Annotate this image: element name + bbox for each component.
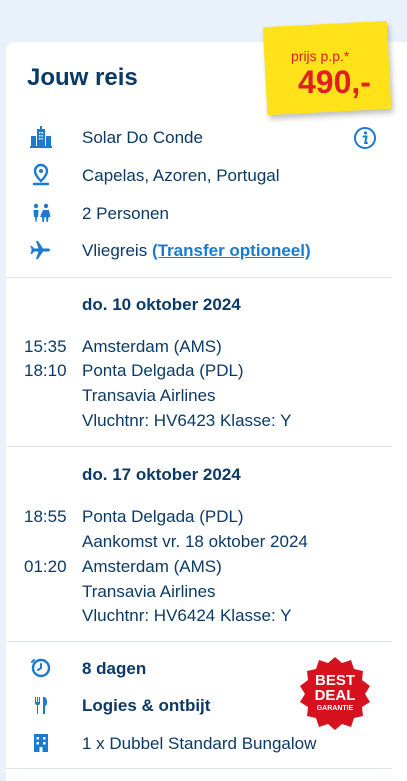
hotel-icon bbox=[30, 126, 52, 148]
outbound-arrival-airport: Ponta Delgada (PDL) bbox=[82, 361, 244, 380]
return-airline: Transavia Airlines bbox=[82, 582, 216, 601]
duration-icon bbox=[31, 658, 51, 678]
badge-line-2: DEAL bbox=[315, 687, 356, 704]
divider bbox=[6, 768, 392, 769]
badge-line-3: GARANTIE bbox=[317, 705, 354, 712]
info-icon[interactable] bbox=[353, 126, 377, 150]
outbound-departure-time: 15:35 bbox=[24, 337, 67, 356]
location-text: Capelas, Azoren, Portugal bbox=[82, 166, 280, 185]
trip-title: Jouw reis bbox=[27, 64, 138, 91]
divider bbox=[6, 277, 392, 278]
outbound-arrival-time: 18:10 bbox=[24, 361, 67, 380]
divider bbox=[6, 446, 392, 447]
return-date: do. 17 oktober 2024 bbox=[82, 465, 241, 484]
board-text: Logies & ontbijt bbox=[82, 696, 211, 715]
persons-icon bbox=[33, 203, 51, 222]
transport-type: Vliegreis bbox=[82, 241, 148, 260]
cutlery-icon bbox=[35, 697, 47, 714]
price-label: prijs p.p.* bbox=[291, 48, 350, 64]
return-flight-info: Vluchtnr: HV6424 Klasse: Y bbox=[82, 606, 292, 625]
return-arrival-note: Aankomst vr. 18 oktober 2024 bbox=[82, 532, 308, 551]
hotel-name: Solar Do Conde bbox=[82, 128, 203, 147]
divider bbox=[6, 641, 392, 642]
best-deal-badge: BEST DEAL GARANTIE bbox=[300, 657, 370, 730]
location-pin-icon bbox=[32, 163, 50, 186]
room-text: 1 x Dubbel Standard Bungalow bbox=[82, 734, 317, 753]
location-row: Capelas, Azoren, Portugal bbox=[0, 162, 407, 196]
return-departure-airport: Ponta Delgada (PDL) bbox=[82, 507, 244, 526]
persons-row: 2 Personen bbox=[0, 200, 407, 234]
price-value: 490,- bbox=[298, 64, 371, 100]
duration-text: 8 dagen bbox=[82, 659, 147, 678]
persons-text: 2 Personen bbox=[82, 204, 169, 223]
outbound-airline: Transavia Airlines bbox=[82, 386, 216, 405]
outbound-flight-info: Vluchtnr: HV6423 Klasse: Y bbox=[82, 411, 292, 430]
hotel-row: Solar Do Conde bbox=[0, 124, 407, 158]
room-row: 1 x Dubbel Standard Bungalow bbox=[0, 730, 407, 764]
airplane-icon bbox=[30, 241, 50, 259]
outbound-departure-airport: Amsterdam (AMS) bbox=[82, 337, 222, 356]
return-departure-time: 18:55 bbox=[24, 507, 67, 526]
outbound-date: do. 10 oktober 2024 bbox=[82, 295, 241, 314]
transfer-optional-link[interactable]: (Transfer optioneel) bbox=[152, 241, 311, 260]
transport-row: Vliegreis (Transfer optioneel) bbox=[0, 237, 407, 271]
return-arrival-time: 01:20 bbox=[24, 557, 67, 576]
return-arrival-airport: Amsterdam (AMS) bbox=[82, 557, 222, 576]
building-icon bbox=[34, 734, 48, 752]
